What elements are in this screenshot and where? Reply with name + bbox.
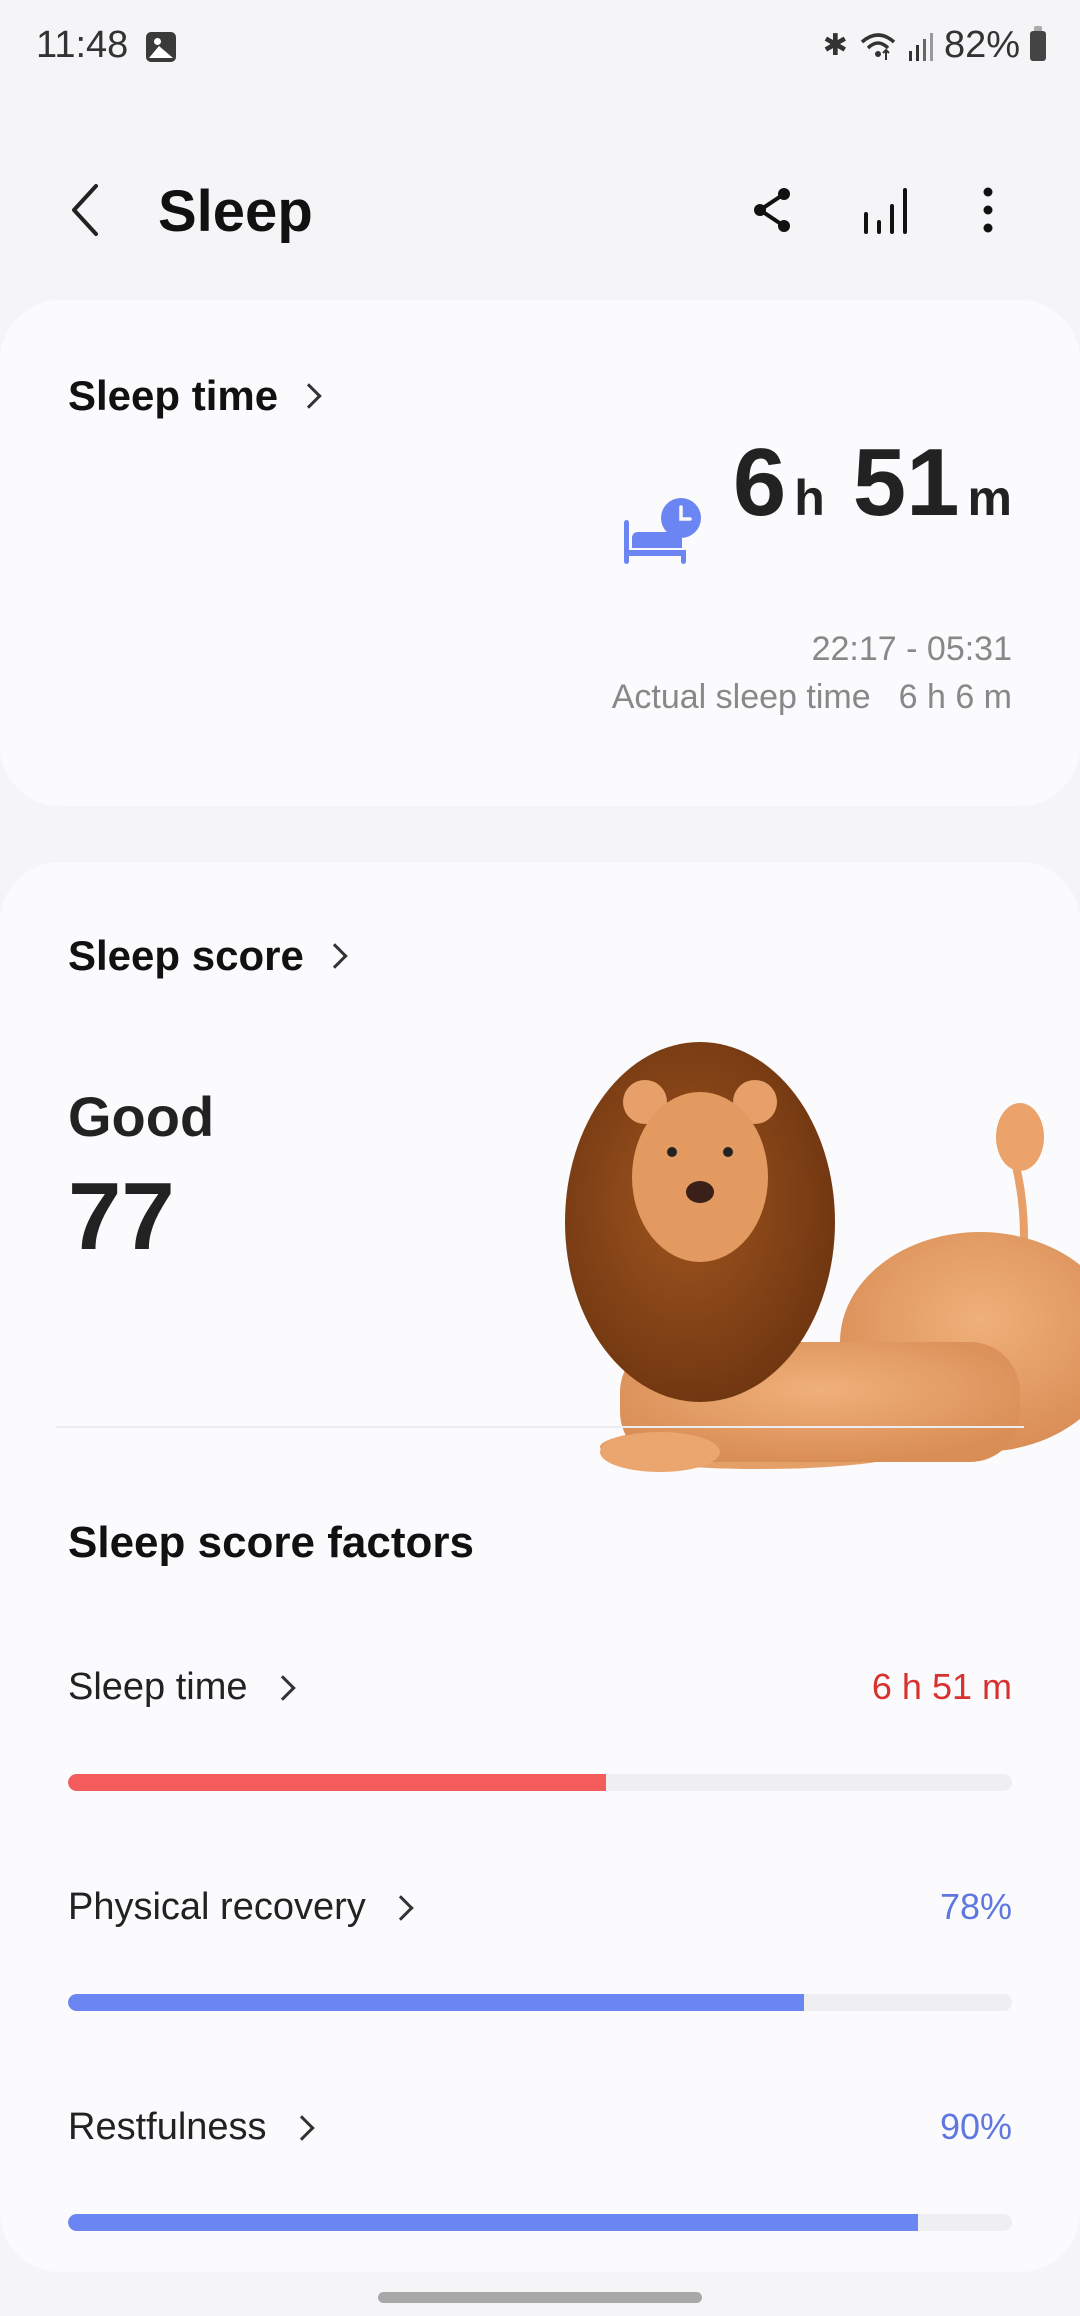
minutes-unit: m bbox=[967, 470, 1012, 526]
sleep-score-card: Sleep score Good 77 Sleep score factors … bbox=[0, 862, 1080, 2272]
sleep-time-card[interactable]: Sleep time 6 h 51 m 22:17 - 05:31 Actual… bbox=[0, 300, 1080, 806]
share-icon[interactable] bbox=[744, 182, 800, 238]
wifi-icon bbox=[860, 32, 896, 60]
progress-fill bbox=[68, 1994, 805, 2011]
actual-sleep-time: Actual sleep time 6 h 6 m bbox=[612, 678, 1012, 717]
signal-icon bbox=[908, 32, 933, 61]
battery-percent: 82% bbox=[943, 24, 1020, 66]
progress-track bbox=[68, 1774, 1012, 1791]
factor-value: 6 h 51 m bbox=[871, 1666, 1012, 1707]
lion-illustration bbox=[565, 1042, 1080, 1472]
sleep-score-title: Sleep score bbox=[68, 932, 304, 979]
sleep-score-link[interactable]: Sleep score bbox=[68, 932, 348, 980]
progress-track bbox=[68, 1994, 1012, 2011]
home-indicator[interactable] bbox=[378, 2292, 702, 2303]
factor-label: Sleep time bbox=[68, 1666, 248, 1708]
progress-track bbox=[68, 2214, 1012, 2231]
back-button[interactable] bbox=[60, 180, 110, 240]
factors-title: Sleep score factors bbox=[68, 1518, 474, 1567]
factor-physical-recovery[interactable]: Physical recovery 78% bbox=[68, 1886, 1012, 2011]
factor-value: 78% bbox=[939, 1886, 1012, 1927]
gallery-icon bbox=[146, 32, 176, 62]
status-icons: ✱ 82% bbox=[823, 24, 1046, 67]
status-bar: 11:48 ✱ 82% bbox=[0, 0, 1080, 96]
hours-unit: h bbox=[794, 470, 825, 526]
bluetooth-icon: ✱ bbox=[822, 29, 848, 62]
factor-label: Restfulness bbox=[68, 2106, 267, 2148]
factor-value: 90% bbox=[939, 2106, 1012, 2147]
more-options-icon[interactable] bbox=[960, 182, 1016, 238]
duration-minutes: 51 bbox=[852, 429, 960, 536]
chevron-right-icon bbox=[288, 2114, 315, 2141]
page-title: Sleep bbox=[158, 179, 313, 244]
sleep-time-link[interactable]: Sleep time bbox=[68, 372, 322, 420]
chevron-right-icon bbox=[322, 943, 348, 969]
actual-sleep-label: Actual sleep time bbox=[611, 678, 871, 716]
chart-icon[interactable] bbox=[860, 182, 916, 238]
progress-fill bbox=[68, 1774, 607, 1791]
battery-icon bbox=[1030, 25, 1046, 61]
chevron-right-icon bbox=[269, 1674, 296, 1701]
section-divider bbox=[56, 1426, 1024, 1428]
factor-sleep-time[interactable]: Sleep time 6 h 51 m bbox=[68, 1666, 1012, 1791]
chevron-right-icon bbox=[388, 1894, 414, 1921]
actual-sleep-value: 6 h 6 m bbox=[898, 678, 1012, 716]
app-header: Sleep bbox=[0, 160, 1080, 260]
progress-fill bbox=[68, 2214, 918, 2231]
total-sleep-duration: 6 h 51 m bbox=[733, 428, 1012, 538]
factor-label: Physical recovery bbox=[68, 1886, 366, 1928]
chevron-right-icon bbox=[296, 383, 322, 409]
sleep-range: 22:17 - 05:31 bbox=[811, 630, 1012, 668]
score-rating: Good bbox=[68, 1085, 215, 1148]
sleep-time-title: Sleep time bbox=[68, 372, 279, 419]
factor-restfulness[interactable]: Restfulness 90% bbox=[68, 2106, 1012, 2231]
bed-clock-icon bbox=[624, 498, 701, 564]
score-value: 77 bbox=[68, 1163, 175, 1270]
duration-hours: 6 bbox=[732, 429, 787, 536]
status-time: 11:48 bbox=[36, 24, 129, 66]
